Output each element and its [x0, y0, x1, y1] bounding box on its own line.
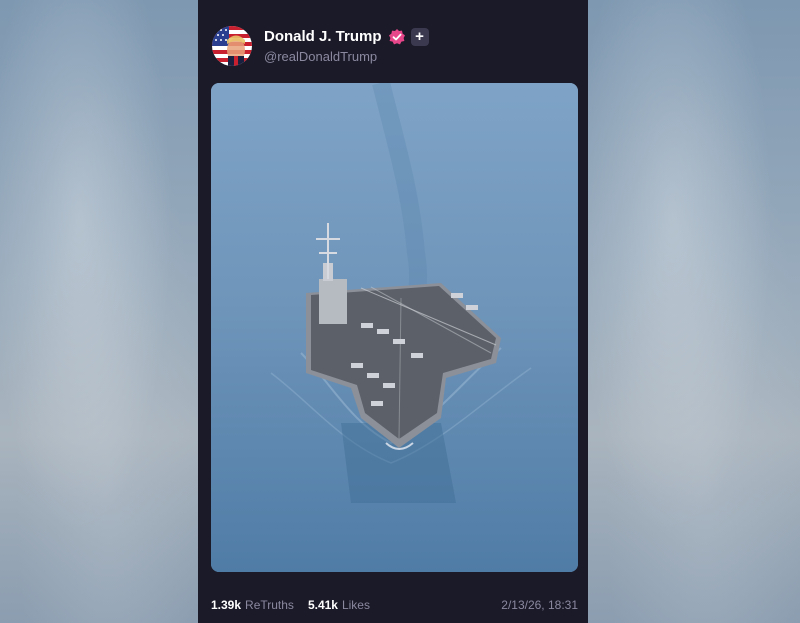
author-display-name[interactable]: Donald J. Trump [264, 28, 382, 46]
likes-stat[interactable]: 5.41k Likes [308, 598, 370, 612]
author-name-row: Donald J. Trump + [264, 27, 429, 46]
plus-icon[interactable]: + [410, 27, 429, 46]
post-timestamp: 2/13/26, 18:31 [501, 598, 578, 612]
retruths-stat[interactable]: 1.39k ReTruths [211, 598, 294, 612]
verified-badge-icon [388, 28, 406, 46]
likes-count: 5.41k [307, 598, 338, 612]
retruths-count: 1.39k [211, 598, 242, 612]
likes-label: Likes [341, 598, 370, 612]
author-names: Donald J. Trump + @realDonaldTrump [264, 27, 429, 65]
post-card: Donald J. Trump + @realDonaldTrump 1.39k… [198, 0, 588, 623]
aircraft-carrier-photo[interactable] [211, 83, 578, 572]
flag-avatar-icon[interactable] [212, 26, 252, 66]
blurred-background-right [588, 0, 800, 623]
post-footer: 1.39k ReTruths 5.41k Likes 2/13/26, 18:3… [211, 595, 578, 615]
post-header: Donald J. Trump + @realDonaldTrump [212, 24, 429, 68]
retruths-label: ReTruths [245, 598, 294, 612]
author-handle[interactable]: @realDonaldTrump [264, 48, 429, 65]
blurred-background-left [0, 0, 198, 623]
